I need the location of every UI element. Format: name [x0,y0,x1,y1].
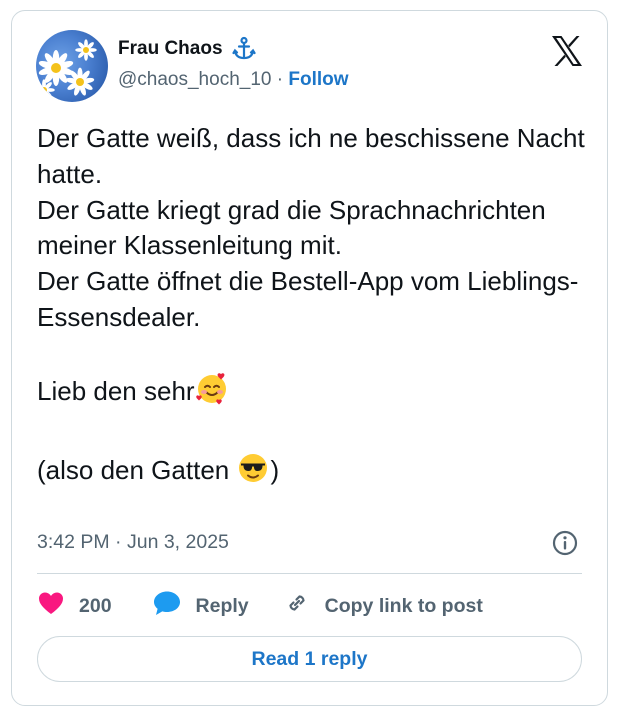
smiling-face-with-hearts-icon [195,372,229,416]
action-bar: 200 Reply Copy link to post [37,591,483,621]
post-date[interactable]: Jun 3, 2025 [127,531,229,553]
post-timestamp[interactable]: 3:42 PM · Jun 3, 2025 [37,531,229,554]
post-closing-line: (also den Gatten ) [37,451,592,495]
post-time[interactable]: 3:42 PM [37,531,110,553]
avatar[interactable] [36,30,108,102]
author-handle[interactable]: @chaos_hoch_10 [118,69,271,90]
post-spacer [37,336,592,372]
follow-button[interactable]: Follow [288,69,348,90]
reply-label: Reply [195,594,249,617]
post-text-line-2: Der Gatte kriegt grad die Sprachnachrich… [37,194,546,261]
handle-separator: · [276,69,284,90]
read-replies-button[interactable]: Read 1 reply [37,636,582,682]
post-love-line: Lieb den sehr [37,372,592,416]
link-icon [283,589,311,623]
speech-bubble-icon [152,589,182,623]
closing-open-text: (also den Gatten [37,455,237,486]
like-button[interactable]: 200 [37,590,112,622]
copy-link-button[interactable]: Copy link to post [283,589,483,623]
author-display-name[interactable]: Frau Chaos [118,38,223,60]
smiling-face-with-sunglasses-icon [236,451,270,495]
author-name-row[interactable]: Frau Chaos [118,36,257,62]
x-logo-icon[interactable] [550,34,584,68]
author-handle-line: @chaos_hoch_10 · Follow [118,69,349,91]
heart-icon [37,590,65,622]
anchor-icon [231,36,257,62]
embedded-post-card: Frau Chaos @chaos_hoch_10 · Follow Der G… [11,10,608,706]
post-spacer-2 [37,415,592,451]
post-text-line-3: Der Gatte öffnet die Bestell-App vom Lie… [37,266,579,332]
copy-link-label: Copy link to post [324,594,483,617]
reply-button[interactable]: Reply [152,589,249,623]
closing-close-text: ) [270,455,280,486]
post-text-line-1: Der Gatte weiß, dass ich ne beschissene … [37,123,585,189]
like-count: 200 [79,594,112,617]
timestamp-separator: · [115,531,122,553]
divider [37,573,582,574]
love-line-text: Lieb den sehr [37,375,195,406]
info-icon[interactable] [551,529,579,557]
post-text: Der Gatte weiß, dass ich ne beschissene … [37,121,592,495]
